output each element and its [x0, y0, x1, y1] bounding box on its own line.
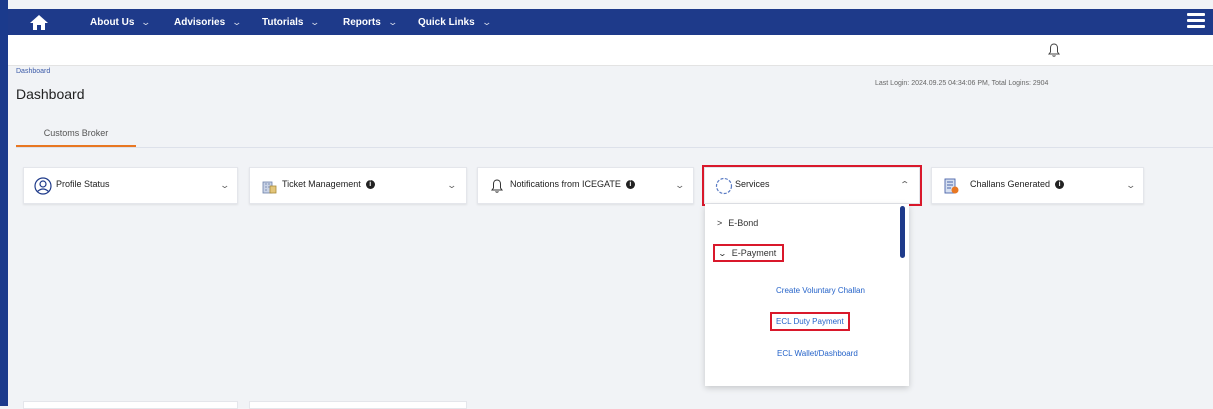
- page-title: Dashboard: [16, 86, 85, 102]
- card-label: Profile Status: [56, 179, 110, 189]
- chevron-down-icon: ⌄: [481, 17, 492, 27]
- card-label: Challans Generated: [970, 179, 1051, 189]
- chevron-down-icon: ⌄: [387, 17, 398, 27]
- last-login-info: Last Login: 2024.09.25 04:34:06 PM, Tota…: [875, 80, 1049, 87]
- nav-tutorials-label: Tutorials: [262, 17, 304, 28]
- card-label: Notifications from ICEGATE: [510, 179, 621, 189]
- tabs-divider: [16, 147, 1213, 148]
- menu-item-e-bond[interactable]: > E-Bond: [717, 218, 758, 228]
- hamburger-menu-icon[interactable]: [1187, 13, 1205, 29]
- breadcrumb[interactable]: Dashboard: [16, 68, 50, 75]
- chevron-down-icon: ⌄: [231, 17, 243, 27]
- gear-icon: [715, 177, 733, 195]
- tab-customs-broker[interactable]: Customs Broker: [16, 121, 136, 145]
- chevron-down-icon: ⌄: [717, 249, 728, 258]
- nav-tutorials[interactable]: Tutorials ⌄: [262, 9, 321, 35]
- chevron-down-icon[interactable]: ⌄: [219, 180, 230, 191]
- link-ecl-duty-payment[interactable]: ECL Duty Payment: [770, 312, 850, 331]
- info-icon[interactable]: i: [365, 180, 375, 190]
- bell-icon[interactable]: [1047, 42, 1061, 58]
- card-label-wrap: Notifications from ICEGATE i: [510, 179, 635, 190]
- card-label-wrap: Ticket Management i: [282, 179, 375, 190]
- chevron-down-icon: ⌄: [140, 17, 152, 27]
- card-label: Ticket Management: [282, 179, 361, 189]
- chevron-up-icon[interactable]: ⌄: [899, 178, 910, 189]
- menu-item-label: E-Bond: [728, 218, 759, 228]
- chevron-right-icon: >: [717, 218, 723, 228]
- nav-reports[interactable]: Reports ⌄: [343, 9, 398, 35]
- card-partial: [23, 401, 238, 409]
- chevron-down-icon[interactable]: ⌄: [1125, 180, 1136, 191]
- nav-advisories[interactable]: Advisories ⌄: [174, 9, 243, 35]
- card-challans-generated[interactable]: Challans Generated i ⌄: [931, 167, 1144, 204]
- nav-quick-links[interactable]: Quick Links ⌄: [418, 9, 492, 35]
- header-subbar: [8, 35, 1213, 66]
- top-nav: About Us ⌄ Advisories ⌄ Tutorials ⌄ Reports…: [8, 9, 1213, 35]
- challan-icon: [944, 178, 959, 194]
- link-create-voluntary-challan[interactable]: Create Voluntary Challan: [776, 286, 865, 295]
- services-dropdown: > E-Bond ⌄ E-Payment Create Voluntary Chal…: [705, 204, 909, 386]
- link-ecl-wallet-dashboard[interactable]: ECL Wallet/Dashboard: [777, 349, 858, 358]
- card-profile-status[interactable]: Profile Status ⌄: [23, 167, 238, 204]
- bell-icon: [491, 179, 503, 193]
- chevron-down-icon[interactable]: ⌄: [446, 180, 457, 191]
- nav-reports-label: Reports: [343, 17, 381, 28]
- card-services[interactable]: Services ⌄: [702, 165, 922, 206]
- nav-about-us-label: About Us: [90, 17, 135, 28]
- menu-item-label: E-Payment: [731, 248, 777, 258]
- profile-icon: [34, 177, 52, 195]
- card-ticket-management[interactable]: Ticket Management i ⌄: [249, 167, 467, 204]
- card-label: Services: [735, 179, 770, 189]
- home-icon[interactable]: [28, 13, 50, 31]
- card-label-wrap: Challans Generated i: [970, 179, 1065, 190]
- nav-advisories-label: Advisories: [174, 17, 226, 28]
- menu-item-e-payment[interactable]: ⌄ E-Payment: [712, 244, 785, 262]
- nav-about-us[interactable]: About Us ⌄: [90, 9, 152, 35]
- info-icon[interactable]: i: [1055, 180, 1065, 190]
- window-frame: [0, 0, 8, 406]
- card-notifications[interactable]: Notifications from ICEGATE i ⌄: [477, 167, 694, 204]
- dropdown-scrollbar[interactable]: [900, 206, 905, 258]
- building-icon: [262, 181, 277, 194]
- nav-quick-links-label: Quick Links: [418, 17, 475, 28]
- card-partial: [249, 401, 467, 409]
- info-icon[interactable]: i: [625, 180, 635, 190]
- chevron-down-icon[interactable]: ⌄: [674, 180, 685, 191]
- chevron-down-icon: ⌄: [309, 17, 321, 27]
